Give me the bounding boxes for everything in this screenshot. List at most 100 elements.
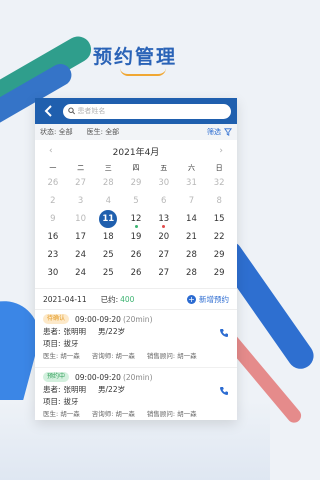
- calendar-day[interactable]: 8: [205, 192, 233, 210]
- calendar-day[interactable]: 10: [67, 210, 95, 228]
- add-appointment-button[interactable]: + 新增预约: [187, 294, 229, 305]
- calendar-day[interactable]: 30: [39, 264, 67, 282]
- calendar-day[interactable]: 26: [122, 264, 150, 282]
- calendar-day[interactable]: 17: [67, 228, 95, 246]
- calendar-week: 2 3 4 5 6 7 8: [35, 192, 237, 210]
- calendar-day[interactable]: 28: [178, 264, 206, 282]
- calendar-day[interactable]: 13: [150, 210, 178, 228]
- back-arrow-icon: [44, 105, 52, 117]
- calendar-day[interactable]: 9: [39, 210, 67, 228]
- search-box: [63, 103, 231, 119]
- calendar-day[interactable]: 6: [150, 192, 178, 210]
- title-underline: [120, 68, 166, 76]
- calendar-day[interactable]: 28: [94, 174, 122, 192]
- plus-icon: +: [187, 294, 196, 304]
- calendar-day[interactable]: 26: [39, 174, 67, 192]
- calendar-day[interactable]: 2: [39, 192, 67, 210]
- appointment-card[interactable]: 预约中 09:00-09:20 (20min) 患者: 张明明 男/22岁 项目…: [35, 368, 237, 420]
- calendar-day[interactable]: 21: [178, 228, 206, 246]
- weekday-label: 三: [104, 164, 112, 172]
- status-filter[interactable]: 状态: 全部: [40, 127, 73, 137]
- top-bar: [35, 98, 237, 124]
- doctor-filter-value: 全部: [105, 128, 120, 136]
- patient-label: 患者:: [43, 327, 61, 336]
- calendar-day[interactable]: 31: [178, 174, 206, 192]
- calendar-day[interactable]: 32: [205, 174, 233, 192]
- doctor-label: 医生:: [43, 410, 59, 418]
- calendar-day[interactable]: 24: [67, 264, 95, 282]
- appointment-card[interactable]: 待确认 09:00-09:20 (20min) 患者: 张明明 男/22岁 项目…: [35, 310, 237, 368]
- day-number: 13: [158, 214, 170, 224]
- selected-day-number: 11: [99, 210, 118, 228]
- appointment-duration: (20min): [122, 315, 153, 324]
- calendar-day[interactable]: 14: [178, 210, 206, 228]
- calendar-day[interactable]: 28: [178, 246, 206, 264]
- weekday-label: 六: [187, 164, 195, 172]
- calendar-day[interactable]: 24: [67, 246, 95, 264]
- phone-call-icon[interactable]: [219, 328, 229, 338]
- phone-screen: 状态: 全部 医生: 全部 筛选 ‹ 2021年4月 › 一 二 三 四 五 六…: [35, 98, 237, 420]
- patient-name: 张明明: [63, 327, 87, 336]
- calendar-day[interactable]: 20: [150, 228, 178, 246]
- calendar-day[interactable]: 25: [94, 246, 122, 264]
- prev-month-button[interactable]: ‹: [49, 146, 53, 156]
- status-filter-value: 全部: [58, 128, 73, 136]
- sales-value: 胡一森: [177, 352, 197, 360]
- calendar-week: 30 24 25 26 27 28 29: [35, 264, 237, 282]
- calendar-day-selected[interactable]: 11: [94, 210, 122, 228]
- filter-icon: [224, 128, 232, 136]
- calendar-day[interactable]: 12: [122, 210, 150, 228]
- weekday-label: 日: [215, 164, 223, 172]
- calendar-day[interactable]: 15: [205, 210, 233, 228]
- calendar-day[interactable]: 5: [122, 192, 150, 210]
- calendar-day[interactable]: 7: [178, 192, 206, 210]
- weekday-header: 一 二 三 四 五 六 日: [35, 162, 237, 174]
- search-input[interactable]: [75, 106, 231, 116]
- next-month-button[interactable]: ›: [219, 146, 223, 156]
- weekday-label: 二: [77, 164, 85, 172]
- doctor-value: 胡一森: [60, 410, 80, 418]
- calendar-day[interactable]: 30: [150, 174, 178, 192]
- calendar-day[interactable]: 27: [67, 174, 95, 192]
- filter-button[interactable]: 筛选: [207, 127, 232, 137]
- doctor-filter-label: 医生:: [86, 128, 103, 136]
- page-title: 预约管理: [92, 46, 177, 68]
- status-badge: 待确认: [43, 314, 70, 324]
- project-label: 项目:: [43, 339, 61, 348]
- patient-name: 张明明: [63, 385, 87, 394]
- phone-call-icon[interactable]: [219, 386, 229, 396]
- calendar-day[interactable]: 3: [67, 192, 95, 210]
- add-appointment-label: 新增预约: [199, 294, 229, 304]
- calendar-day[interactable]: 29: [205, 246, 233, 264]
- calendar-day[interactable]: 16: [39, 228, 67, 246]
- patient-info: 男/22岁: [98, 327, 126, 336]
- doctor-value: 胡一森: [60, 352, 80, 360]
- weekday-label: 五: [160, 164, 168, 172]
- selected-date: 2021-04-11: [43, 294, 87, 304]
- calendar-day[interactable]: 29: [205, 264, 233, 282]
- calendar-header: ‹ 2021年4月 ›: [35, 140, 237, 162]
- calendar-day[interactable]: 4: [94, 192, 122, 210]
- calendar-day[interactable]: 22: [205, 228, 233, 246]
- project-value: 拔牙: [63, 339, 79, 348]
- search-icon: [68, 107, 76, 115]
- calendar-day[interactable]: 27: [150, 246, 178, 264]
- appointment-time: 09:00-09:20: [75, 373, 121, 382]
- calendar-day[interactable]: 29: [122, 174, 150, 192]
- calendar-day[interactable]: 27: [150, 264, 178, 282]
- appointment-time: 09:00-09:20: [75, 315, 121, 324]
- calendar-day[interactable]: 19: [122, 228, 150, 246]
- calendar-week: 23 24 25 26 27 28 29: [35, 246, 237, 264]
- patient-info: 男/22岁: [98, 385, 126, 394]
- back-button[interactable]: [41, 103, 55, 119]
- consultant-label: 咨询师:: [91, 352, 114, 360]
- calendar-day[interactable]: 26: [122, 246, 150, 264]
- calendar-day[interactable]: 18: [94, 228, 122, 246]
- day-summary-bar: 2021-04-11 已约: 400 + 新增预约: [35, 288, 237, 310]
- calendar-day[interactable]: 25: [94, 264, 122, 282]
- calendar-day[interactable]: 23: [39, 246, 67, 264]
- filter-label: 筛选: [207, 128, 221, 136]
- calendar-week: 9 10 11 12 13 14 15: [35, 210, 237, 228]
- appointment-duration: (20min): [122, 373, 153, 382]
- doctor-filter[interactable]: 医生: 全部: [87, 127, 120, 137]
